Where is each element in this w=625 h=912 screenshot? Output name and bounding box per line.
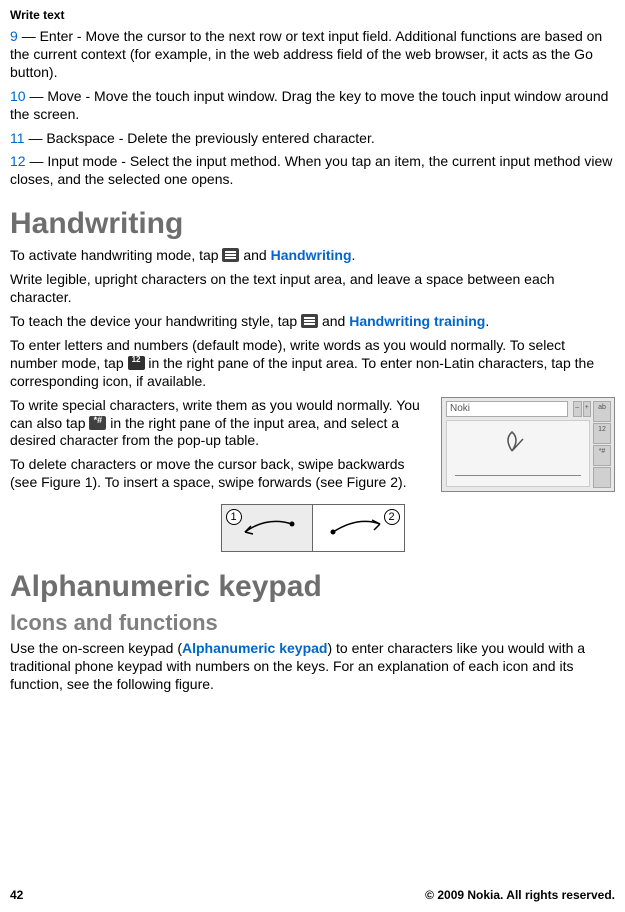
item-text: — Input mode - Select the input method. … [10, 153, 612, 187]
page-number: 42 [10, 888, 23, 902]
collapse-icon: – [573, 401, 582, 417]
handwriting-input-area [446, 420, 590, 487]
alpha-keypad-link[interactable]: Alphanumeric keypad [182, 640, 328, 656]
item-9: 9 — Enter - Move the cursor to the next … [10, 28, 615, 82]
item-number: 12 [10, 153, 26, 169]
sample-text-field: Noki [446, 401, 568, 417]
handwriting-panel-figure: Noki – + ab 12 *# [441, 397, 615, 492]
menu-icon [222, 248, 239, 262]
text-fragment: Use the on-screen keypad ( [10, 640, 182, 656]
text-fragment: To teach the device your handwriting sty… [10, 313, 301, 329]
item-number: 10 [10, 88, 26, 104]
item-text: — Enter - Move the cursor to the next ro… [10, 28, 602, 80]
handwriting-link[interactable]: Handwriting [271, 247, 352, 263]
expand-icon: + [583, 401, 592, 417]
handwriting-instructions: Write legible, upright characters on the… [10, 271, 615, 307]
alpha-subheading: Icons and functions [10, 610, 615, 636]
mode-alpha-icon: ab [593, 401, 611, 422]
symbol-mode-icon [89, 416, 106, 430]
figure-badge-1: 1 [226, 509, 242, 525]
text-fragment: and [322, 313, 349, 329]
swipe-figures: 1 2 [221, 504, 405, 552]
item-text: — Backspace - Delete the previously ente… [28, 130, 374, 146]
item-11: 11 — Backspace - Delete the previously e… [10, 130, 615, 148]
item-text: — Move - Move the touch input window. Dr… [10, 88, 608, 122]
handwriting-number-mode: To enter letters and numbers (default mo… [10, 337, 615, 391]
item-number: 9 [10, 28, 18, 44]
text-fragment: To activate handwriting mode, tap [10, 247, 222, 263]
handwriting-activate: To activate handwriting mode, tap and Ha… [10, 247, 615, 265]
alpha-description: Use the on-screen keypad (Alphanumeric k… [10, 640, 615, 694]
text-fragment: and [243, 247, 270, 263]
figure-1: 1 [222, 505, 313, 551]
mode-other-icon [593, 467, 611, 488]
item-12: 12 — Input mode - Select the input metho… [10, 153, 615, 189]
text-fragment: . [352, 247, 356, 263]
mode-symbol-icon: *# [593, 445, 611, 466]
swipe-back-icon [237, 518, 297, 538]
options-icon [301, 314, 318, 328]
mode-number-icon: 12 [593, 423, 611, 444]
handwriting-training: To teach the device your handwriting sty… [10, 313, 615, 331]
page-header: Write text [10, 8, 615, 22]
alpha-heading: Alphanumeric keypad [10, 570, 615, 604]
swipe-forward-icon [328, 518, 388, 538]
header-title: Write text [10, 8, 64, 22]
text-fragment: . [485, 313, 489, 329]
handwriting-heading: Handwriting [10, 207, 615, 241]
number-mode-icon [128, 356, 145, 370]
copyright-text: © 2009 Nokia. All rights reserved. [425, 888, 615, 902]
item-number: 11 [10, 130, 25, 146]
page-footer: 42 © 2009 Nokia. All rights reserved. [10, 888, 615, 902]
handwriting-training-link[interactable]: Handwriting training [349, 313, 485, 329]
figure-badge-2: 2 [384, 509, 400, 525]
figure-2: 2 [313, 505, 404, 551]
item-10: 10 — Move - Move the touch input window.… [10, 88, 615, 124]
handwriting-stroke-icon [497, 429, 527, 453]
